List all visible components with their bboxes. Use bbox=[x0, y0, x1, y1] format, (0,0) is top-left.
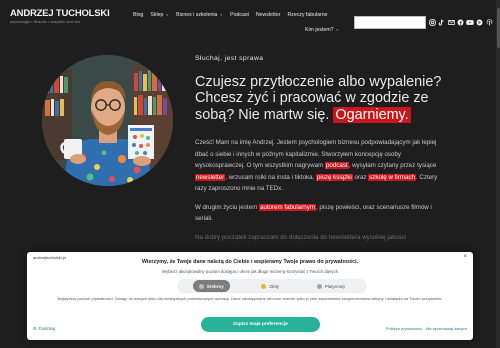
hero-headline-highlight: Ogarniemy. bbox=[333, 107, 411, 123]
training-link[interactable]: szkolę w firmach bbox=[368, 173, 416, 181]
author-photo bbox=[42, 55, 173, 186]
level-silver-label: Srebrny bbox=[206, 283, 224, 289]
newsletter-link[interactable]: newsletter bbox=[195, 173, 226, 181]
site-header: ANDRZEJ TUCHOLSKI psychologia • filozofi… bbox=[0, 0, 500, 40]
nav-sklep[interactable]: Sklep ⌄ bbox=[150, 11, 170, 19]
fiction-paragraph: W drugim życiu jestem autorem fabularnym… bbox=[195, 202, 445, 225]
site-logo[interactable]: ANDRZEJ TUCHOLSKI psychologia • filozofi… bbox=[10, 9, 110, 25]
chevron-down-icon: ⌄ bbox=[219, 11, 224, 17]
logo-name[interactable]: ANDRZEJ TUCHOLSKI bbox=[10, 9, 110, 19]
chevron-down-icon: ⌄ bbox=[335, 26, 340, 32]
scrollbar-thumb[interactable] bbox=[496, 8, 500, 48]
nav-newsletter-label: Newsletter bbox=[255, 12, 281, 18]
social-icons bbox=[428, 18, 493, 26]
cookie-policy-links[interactable]: Polityka prywatności · Nie sprzedawaj da… bbox=[386, 326, 467, 331]
nav-podcast[interactable]: Podcast bbox=[230, 12, 249, 18]
text-span: W drugim życiu jestem bbox=[195, 203, 259, 211]
nav-biznes[interactable]: Biznes i szkolenia ⌄ bbox=[176, 11, 224, 19]
text-span: oraz bbox=[352, 173, 369, 181]
gear-icon: ⚙ bbox=[33, 326, 37, 331]
privacy-level-selector: Srebrny Złoty Platynowy bbox=[177, 279, 367, 293]
level-platinum[interactable]: Platynowy bbox=[311, 280, 352, 292]
hero-text: Słuchaj, jest sprawa Czujesz przytłoczen… bbox=[195, 55, 445, 250]
chevron-down-icon: ⌄ bbox=[165, 11, 170, 17]
nav-biznes-label: Biznes i szkolenia bbox=[176, 12, 218, 18]
level-silver[interactable]: Srebrny bbox=[192, 280, 230, 292]
newsletter-invite: Na dobry początek zapraszam do dołączeni… bbox=[195, 233, 407, 241]
customize-label: Dostosuj bbox=[38, 326, 56, 331]
podcast-icon[interactable] bbox=[485, 18, 493, 26]
nav-kim-jestem-label: Kim jestem? bbox=[305, 27, 334, 33]
nav-rzeczy-fabularne[interactable]: Rzeczy fabularne bbox=[287, 12, 327, 18]
platinum-dot-icon bbox=[316, 283, 322, 289]
search-input[interactable] bbox=[354, 16, 426, 29]
main-nav: Blog Sklep ⌄ Biznes i szkolenia ⌄ Podcast … bbox=[133, 11, 328, 19]
tiktok-icon[interactable] bbox=[438, 18, 446, 26]
logo-tagline: psychologia • filozofia • wszystko pod o… bbox=[10, 20, 81, 24]
cookie-subtitle: Wybierz akceptowalny poziom dostępu i ok… bbox=[161, 269, 339, 274]
instagram-icon[interactable] bbox=[428, 18, 436, 26]
spotify-icon[interactable] bbox=[476, 18, 484, 26]
books-link[interactable]: piszę książki bbox=[315, 173, 353, 181]
nav-sklep-label: Sklep bbox=[150, 12, 164, 18]
nav-kim-jestem[interactable]: Kim jestem? ⌄ bbox=[305, 26, 340, 34]
cookie-consent-banner: andrzejtucholski.pl × Wierzymy, że Twoje… bbox=[27, 252, 473, 340]
nav-blog-label: Blog bbox=[133, 12, 144, 18]
nav-newsletter[interactable]: Newsletter bbox=[256, 12, 281, 18]
level-platinum-label: Platynowy bbox=[324, 283, 346, 289]
text-span: , wysyłam czytany przez tysiące bbox=[348, 162, 437, 169]
facebook-icon[interactable] bbox=[457, 18, 465, 26]
mail-icon[interactable] bbox=[447, 18, 455, 26]
podcast-link[interactable]: podcast bbox=[324, 162, 349, 169]
text-span: , wrzucam rolki na insta i tiktoka, bbox=[225, 173, 316, 181]
fiction-author-link[interactable]: autorem fabularnym bbox=[258, 203, 316, 211]
hero-body: Cześć! Mam na imię Andrzej. Jestem psych… bbox=[195, 137, 445, 243]
customize-button[interactable]: ⚙ Dostosuj bbox=[33, 326, 55, 331]
silver-dot-icon bbox=[198, 283, 204, 289]
cookie-description: Najwyższy poziom prywatności. Dostęp do … bbox=[57, 296, 443, 301]
page-scrollbar[interactable] bbox=[496, 0, 500, 348]
gold-dot-icon bbox=[261, 283, 267, 289]
level-gold[interactable]: Złoty bbox=[255, 280, 285, 292]
nav-podcast-label: Podcast bbox=[230, 12, 249, 18]
level-gold-label: Złoty bbox=[269, 283, 280, 289]
hero-pretitle: Słuchaj, jest sprawa bbox=[195, 55, 264, 62]
nav-rzeczy-label: Rzeczy fabularne bbox=[287, 12, 328, 18]
save-preferences-button[interactable]: Zapisz moje preferencje bbox=[201, 317, 320, 332]
intro-paragraph: Cześć! Mam na imię Andrzej. Jestem psych… bbox=[195, 137, 445, 195]
nav-blog[interactable]: Blog bbox=[133, 12, 143, 18]
youtube-icon[interactable] bbox=[466, 18, 474, 26]
hero-headline: Czujesz przytłoczenie albo wypalenie? Ch… bbox=[195, 74, 445, 123]
cookie-title: Wierzymy, że Twoje dane należą do Ciebie… bbox=[141, 259, 359, 265]
